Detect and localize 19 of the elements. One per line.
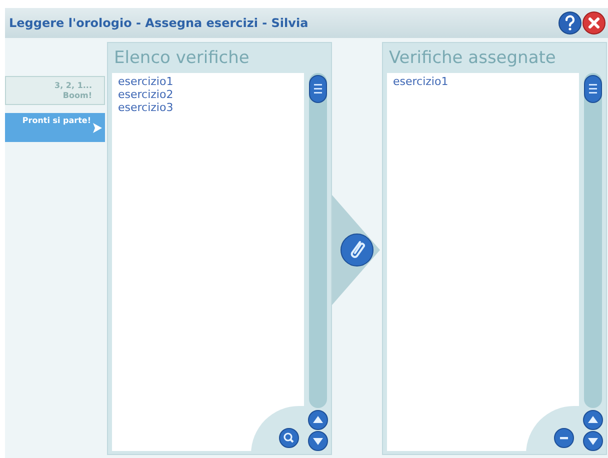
list-item[interactable]: esercizio1 — [118, 75, 174, 88]
panel-title: Verifiche assegnate — [388, 47, 557, 70]
list-item[interactable]: esercizio2 — [118, 88, 174, 101]
scroll-down-icon[interactable] — [308, 431, 328, 451]
list-item[interactable]: esercizio1 — [393, 75, 448, 88]
scroll-down-icon[interactable] — [583, 431, 603, 451]
window-title: Leggere l'orologio - Assegna esercizi - Silvia — [9, 15, 310, 32]
help-icon[interactable] — [558, 11, 582, 35]
paperclip-icon[interactable] — [340, 233, 374, 267]
scrollbar-thumb[interactable] — [584, 75, 602, 103]
list-item[interactable]: esercizio3 — [118, 101, 174, 114]
scrollbar-thumb[interactable] — [309, 75, 327, 103]
remove-icon[interactable] — [554, 428, 574, 448]
close-icon[interactable] — [582, 11, 606, 35]
scroll-up-icon[interactable] — [308, 410, 328, 430]
panel-title: Elenco verifiche — [113, 47, 250, 70]
arrow-icon — [93, 122, 102, 132]
search-icon[interactable] — [279, 428, 299, 448]
scroll-up-icon[interactable] — [583, 410, 603, 430]
